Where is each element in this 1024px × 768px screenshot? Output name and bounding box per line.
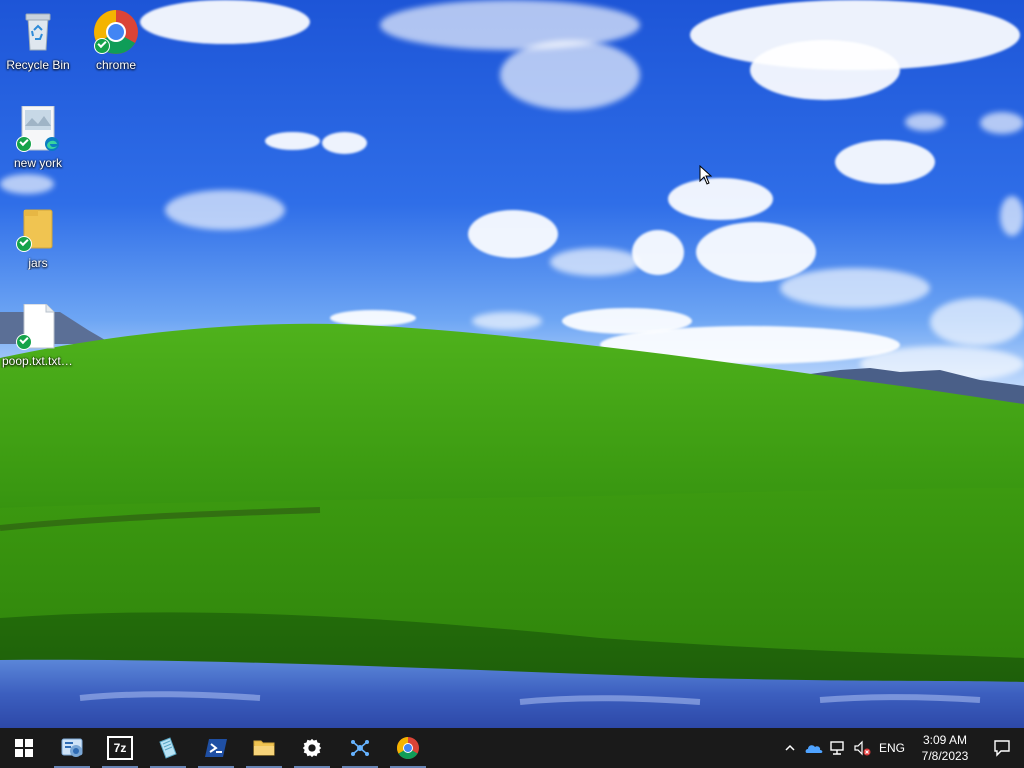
cloud bbox=[550, 248, 640, 276]
taskbar-control-panel[interactable] bbox=[48, 728, 96, 768]
desktop-icon-label: new york bbox=[13, 156, 63, 170]
sync-status-icon bbox=[16, 136, 32, 152]
desktop-icon-label: Recycle Bin bbox=[6, 58, 70, 72]
tray-network[interactable] bbox=[826, 728, 850, 768]
taskbar-clock[interactable]: 3:09 AM 7/8/2023 bbox=[910, 732, 980, 764]
system-tray: ENG 3:09 AM 7/8/2023 bbox=[778, 728, 1024, 768]
cloud bbox=[468, 210, 558, 258]
gear-icon bbox=[302, 738, 322, 758]
sync-status-icon bbox=[94, 38, 110, 54]
cloud bbox=[905, 113, 945, 131]
image-file-icon bbox=[14, 105, 62, 154]
tray-onedrive[interactable] bbox=[802, 728, 826, 768]
chrome-icon bbox=[92, 8, 140, 56]
cloud bbox=[265, 132, 320, 150]
start-button[interactable] bbox=[0, 728, 48, 768]
chevron-up-icon bbox=[785, 744, 795, 751]
7zip-icon: 7z bbox=[107, 736, 133, 760]
chrome-icon bbox=[397, 737, 419, 759]
notepad-icon bbox=[159, 737, 177, 759]
volume-muted-icon bbox=[854, 740, 871, 756]
cloud bbox=[632, 230, 684, 275]
cloud bbox=[750, 40, 900, 100]
cloud bbox=[980, 112, 1024, 134]
clock-date: 7/8/2023 bbox=[921, 749, 969, 763]
cloud bbox=[140, 0, 310, 44]
tray-overflow-button[interactable] bbox=[778, 728, 802, 768]
taskbar: 7z ENG 3:09 AM 7/8/2023 bbox=[0, 728, 1024, 768]
cloud bbox=[1000, 196, 1024, 236]
taskbar-chrome[interactable] bbox=[384, 728, 432, 768]
folder-icon bbox=[253, 740, 275, 756]
desktop-icon-label: chrome bbox=[95, 58, 136, 72]
cloud bbox=[835, 140, 935, 184]
cloud bbox=[0, 174, 54, 194]
green-hill bbox=[0, 323, 1024, 728]
cloud bbox=[696, 222, 816, 282]
cloud bbox=[322, 132, 367, 154]
tray-language[interactable]: ENG bbox=[874, 728, 910, 768]
cloud bbox=[500, 40, 640, 110]
text-file-icon bbox=[14, 303, 62, 352]
recycle-bin-icon bbox=[14, 8, 62, 56]
taskbar-settings[interactable] bbox=[288, 728, 336, 768]
desktop-icon-label: jars bbox=[28, 256, 48, 270]
desktop-icon-poop-txt[interactable]: poop.txt.txt.txt... bbox=[0, 303, 76, 368]
desktop-icon-new-york[interactable]: new york bbox=[0, 105, 76, 170]
taskbar-powershell[interactable] bbox=[192, 728, 240, 768]
tray-volume[interactable] bbox=[850, 728, 874, 768]
powershell-icon bbox=[205, 739, 227, 757]
taskbar-network-app[interactable] bbox=[336, 728, 384, 768]
cloud bbox=[165, 190, 285, 230]
network-icon bbox=[830, 741, 844, 755]
sync-status-icon bbox=[16, 334, 32, 350]
desktop-icon-label: poop.txt.txt.txt... bbox=[2, 354, 76, 368]
action-center-button[interactable] bbox=[980, 728, 1024, 768]
language-indicator: ENG bbox=[878, 741, 905, 755]
desktop-icon-chrome[interactable]: chrome bbox=[78, 8, 154, 72]
folder-icon bbox=[14, 206, 62, 254]
7zip-icon-text: 7z bbox=[113, 741, 127, 755]
taskbar-notepad[interactable] bbox=[144, 728, 192, 768]
desktop-wallpaper bbox=[0, 0, 1024, 728]
cloud bbox=[668, 178, 773, 220]
taskbar-7zip[interactable]: 7z bbox=[96, 728, 144, 768]
notification-icon bbox=[994, 740, 1010, 757]
onedrive-icon bbox=[805, 745, 823, 753]
clock-time: 3:09 AM bbox=[922, 733, 968, 747]
control-panel-icon bbox=[61, 738, 83, 757]
cloud bbox=[380, 0, 640, 50]
mouse-cursor bbox=[699, 165, 713, 185]
taskbar-file-explorer[interactable] bbox=[240, 728, 288, 768]
sync-status-icon bbox=[16, 236, 32, 252]
network-app-icon bbox=[351, 740, 369, 756]
edge-icon bbox=[45, 137, 59, 151]
desktop-icon-recycle-bin[interactable]: Recycle Bin bbox=[0, 8, 76, 72]
desktop-icon-jars[interactable]: jars bbox=[0, 206, 76, 270]
windows-logo-icon bbox=[15, 739, 33, 757]
